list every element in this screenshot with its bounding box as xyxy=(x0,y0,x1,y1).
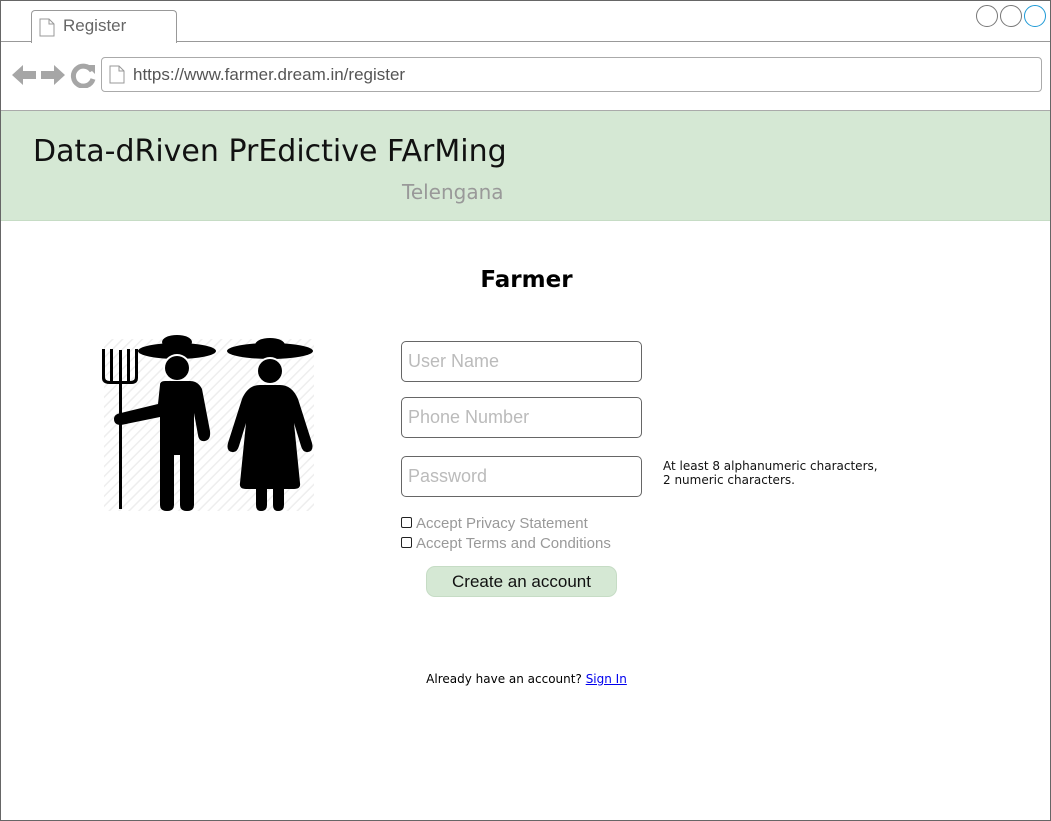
phone-input[interactable] xyxy=(402,398,641,437)
password-input[interactable] xyxy=(402,457,641,496)
page-icon xyxy=(39,18,55,37)
window-controls xyxy=(976,5,1046,27)
username-field[interactable] xyxy=(401,341,642,382)
page-title: Farmer xyxy=(480,267,573,293)
privacy-label: Accept Privacy Statement xyxy=(416,515,588,532)
signin-prompt-text: Already have an account? xyxy=(426,672,582,686)
privacy-checkbox[interactable] xyxy=(401,516,412,528)
close-button[interactable] xyxy=(1024,5,1046,27)
url-text: https://www.farmer.dream.in/register xyxy=(133,65,406,84)
address-bar[interactable]: https://www.farmer.dream.in/register xyxy=(101,57,1042,92)
privacy-checkbox-row[interactable]: Accept Privacy Statement xyxy=(401,515,588,532)
maximize-button[interactable] xyxy=(1000,5,1022,27)
signin-prompt: Already have an account? Sign In xyxy=(1,672,1050,686)
password-hint-line-1: At least 8 alphanumeric characters, xyxy=(663,459,878,473)
terms-checkbox-row[interactable]: Accept Terms and Conditions xyxy=(401,535,611,552)
create-account-button[interactable]: Create an account xyxy=(426,566,617,597)
farmer-couple-icon xyxy=(102,335,314,511)
phone-field[interactable] xyxy=(401,397,642,438)
password-hint-line-2: 2 numeric characters. xyxy=(663,473,795,487)
site-header: Data-dRiven PrEdictive FArMing Telengana xyxy=(1,111,1050,221)
terms-label: Accept Terms and Conditions xyxy=(416,535,611,552)
navigation-bar: https://www.farmer.dream.in/register xyxy=(1,42,1050,111)
sign-in-link[interactable]: Sign In xyxy=(586,672,627,686)
browser-window: Register https://www.farmer.dream.in/reg… xyxy=(0,0,1051,821)
terms-checkbox[interactable] xyxy=(401,536,412,548)
tab-bar: Register xyxy=(1,1,1050,43)
arrow-right-icon[interactable] xyxy=(39,62,67,88)
tab-register[interactable]: Register xyxy=(31,10,177,43)
site-subtitle: Telengana xyxy=(402,180,504,204)
site-title: Data-dRiven PrEdictive FArMing xyxy=(33,134,507,169)
username-input[interactable] xyxy=(402,342,641,381)
arrow-left-icon[interactable] xyxy=(10,62,38,88)
tab-label: Register xyxy=(63,16,127,35)
password-hint: At least 8 alphanumeric characters, 2 nu… xyxy=(663,459,878,487)
reload-icon[interactable] xyxy=(70,62,98,88)
minimize-button[interactable] xyxy=(976,5,998,27)
password-field[interactable] xyxy=(401,456,642,497)
page-icon xyxy=(109,65,125,84)
